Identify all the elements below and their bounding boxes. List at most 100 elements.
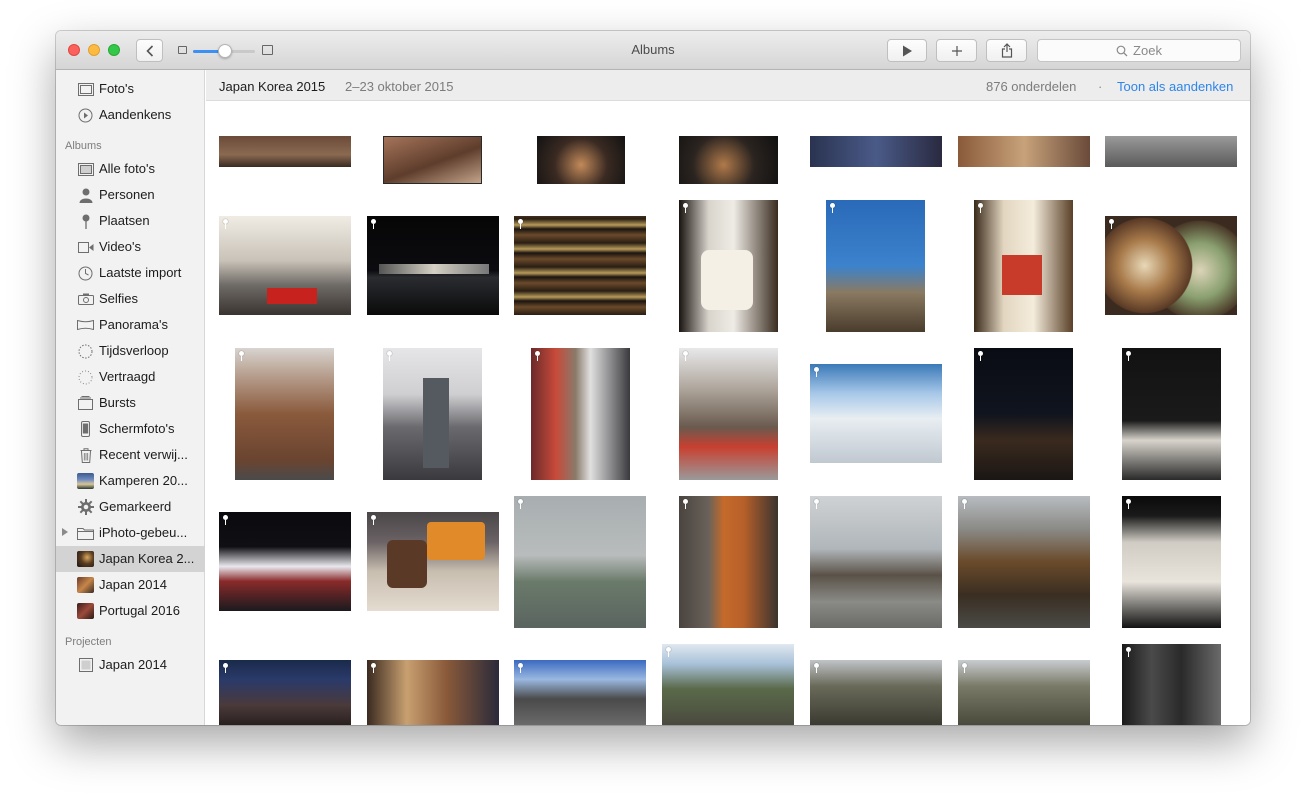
photo-thumbnail[interactable] bbox=[810, 660, 942, 725]
album-date-range: 2–23 oktober 2015 bbox=[345, 79, 454, 94]
sidebar-item-places[interactable]: Plaatsen bbox=[56, 208, 205, 234]
sidebar-item-slomo[interactable]: Vertraagd bbox=[56, 364, 205, 390]
sidebar-item-project-japan-2014[interactable]: Japan 2014 bbox=[56, 652, 205, 678]
sidebar-item-all-photos[interactable]: Alle foto's bbox=[56, 156, 205, 182]
location-pin-icon bbox=[518, 219, 523, 229]
sidebar-item-panoramas[interactable]: Panorama's bbox=[56, 312, 205, 338]
sidebar-item-label: Plaatsen bbox=[99, 213, 150, 228]
photo-thumbnail[interactable] bbox=[679, 348, 778, 480]
photo-thumbnail[interactable] bbox=[958, 660, 1090, 725]
sidebar-item-label: Aandenkens bbox=[99, 107, 172, 122]
photo-thumbnail[interactable] bbox=[537, 136, 625, 184]
sidebar-item-people[interactable]: Personen bbox=[56, 182, 205, 208]
photo-thumbnail[interactable] bbox=[514, 216, 646, 315]
photo-thumbnail[interactable] bbox=[367, 216, 499, 315]
zoom-window-button[interactable] bbox=[108, 44, 120, 56]
close-button[interactable] bbox=[68, 44, 80, 56]
photo-thumbnail[interactable] bbox=[383, 136, 482, 184]
window-title: Albums bbox=[631, 42, 675, 57]
location-pin-icon bbox=[666, 647, 671, 657]
photo-thumbnail[interactable] bbox=[219, 216, 351, 315]
photo-thumbnail[interactable] bbox=[1105, 136, 1237, 167]
photo-thumbnail[interactable] bbox=[679, 136, 778, 184]
location-pin-icon bbox=[387, 351, 392, 361]
book-icon bbox=[77, 657, 94, 673]
sidebar-item-videos[interactable]: Video's bbox=[56, 234, 205, 260]
share-button[interactable] bbox=[986, 39, 1027, 62]
photo-thumbnail[interactable] bbox=[367, 660, 499, 725]
plus-icon bbox=[951, 45, 962, 56]
photo-thumbnail[interactable] bbox=[1105, 216, 1237, 315]
sidebar-item-iphoto-events[interactable]: iPhoto-gebeu... bbox=[56, 520, 205, 546]
sidebar-item-flagged[interactable]: Gemarkeerd bbox=[56, 494, 205, 520]
photo-thumbnail[interactable] bbox=[958, 136, 1090, 167]
album-title: Japan Korea 2015 bbox=[219, 79, 326, 94]
photo-thumbnail[interactable] bbox=[662, 644, 794, 725]
sidebar-item-memories[interactable]: Aandenkens bbox=[56, 102, 205, 128]
timelapse-icon bbox=[77, 343, 94, 359]
photo-thumbnail[interactable] bbox=[958, 496, 1090, 628]
sidebar-item-portugal-2016[interactable]: Portugal 2016 bbox=[56, 598, 205, 624]
sidebar-item-bursts[interactable]: Bursts bbox=[56, 390, 205, 416]
location-pin-icon bbox=[1126, 647, 1131, 657]
photo-thumbnail[interactable] bbox=[219, 660, 351, 725]
photo-thumbnail[interactable] bbox=[679, 200, 778, 332]
sidebar-item-label: Video's bbox=[99, 239, 141, 254]
minimize-button[interactable] bbox=[88, 44, 100, 56]
photo-thumbnail[interactable] bbox=[383, 348, 482, 480]
slideshow-button[interactable] bbox=[887, 39, 927, 62]
photo-thumbnail[interactable] bbox=[367, 512, 499, 611]
photo-thumbnail[interactable] bbox=[1122, 644, 1221, 725]
photo-thumbnail[interactable] bbox=[514, 660, 646, 725]
photo-thumbnail[interactable] bbox=[1122, 496, 1221, 628]
back-button[interactable] bbox=[136, 39, 163, 62]
photo-thumbnail[interactable] bbox=[810, 136, 942, 167]
location-pin-icon bbox=[535, 351, 540, 361]
photo-thumbnail[interactable] bbox=[810, 364, 942, 463]
title-bar: Albums Zoek bbox=[56, 31, 1250, 70]
location-pin-icon bbox=[1109, 219, 1114, 229]
sidebar-item-selfies[interactable]: Selfies bbox=[56, 286, 205, 312]
photo-thumbnail[interactable] bbox=[219, 136, 351, 167]
item-count: 876 onderdelen bbox=[986, 79, 1077, 94]
sidebar-item-kamperen[interactable]: Kamperen 20... bbox=[56, 468, 205, 494]
large-thumbnail-icon bbox=[262, 45, 273, 55]
small-thumbnail-icon bbox=[178, 46, 187, 54]
location-pin-icon bbox=[830, 203, 835, 213]
photo-thumbnail[interactable] bbox=[679, 496, 778, 628]
photo-thumbnail[interactable] bbox=[974, 348, 1073, 480]
sidebar-item-japan-2014[interactable]: Japan 2014 bbox=[56, 572, 205, 598]
sidebar-item-last-import[interactable]: Laatste import bbox=[56, 260, 205, 286]
location-pin-icon bbox=[683, 203, 688, 213]
sidebar-item-photos[interactable]: Foto's bbox=[56, 76, 205, 102]
sidebar-item-label: Selfies bbox=[99, 291, 139, 306]
sidebar-item-timelapse[interactable]: Tijdsverloop bbox=[56, 338, 205, 364]
photo-thumbnail[interactable] bbox=[1122, 348, 1221, 480]
photo-thumbnail[interactable] bbox=[974, 200, 1073, 332]
sidebar-item-label: Alle foto's bbox=[99, 161, 155, 176]
separator-dot: · bbox=[1098, 79, 1103, 94]
location-pin-icon bbox=[814, 367, 819, 377]
disclosure-triangle-icon[interactable] bbox=[62, 528, 68, 536]
zoom-slider-knob[interactable] bbox=[218, 44, 232, 58]
location-pin-icon bbox=[962, 499, 967, 509]
sidebar-item-recently-deleted[interactable]: Recent verwij... bbox=[56, 442, 205, 468]
sidebar-item-label: Gemarkeerd bbox=[99, 499, 172, 514]
sidebar-item-label: Japan 2014 bbox=[99, 657, 167, 672]
photo-thumbnail[interactable] bbox=[219, 512, 351, 611]
photo-thumbnail[interactable] bbox=[514, 496, 646, 628]
album-thumb-icon bbox=[77, 473, 94, 489]
album-header: Japan Korea 2015 2–23 oktober 2015 876 o… bbox=[206, 70, 1250, 101]
photo-thumbnail[interactable] bbox=[235, 348, 334, 480]
photo-thumbnail[interactable] bbox=[810, 496, 942, 628]
show-as-memory-link[interactable]: Toon als aandenken bbox=[1117, 79, 1233, 94]
add-button[interactable] bbox=[936, 39, 977, 62]
photo-thumbnail[interactable] bbox=[826, 200, 925, 332]
share-icon bbox=[1001, 43, 1012, 58]
sidebar-item-japan-korea-2015[interactable]: Japan Korea 2... bbox=[56, 546, 205, 572]
location-pin-icon bbox=[223, 663, 228, 673]
sidebar-item-screenshots[interactable]: Schermfoto's bbox=[56, 416, 205, 442]
phone-icon bbox=[77, 421, 94, 437]
search-field[interactable]: Zoek bbox=[1037, 39, 1241, 62]
photo-thumbnail[interactable] bbox=[531, 348, 630, 480]
